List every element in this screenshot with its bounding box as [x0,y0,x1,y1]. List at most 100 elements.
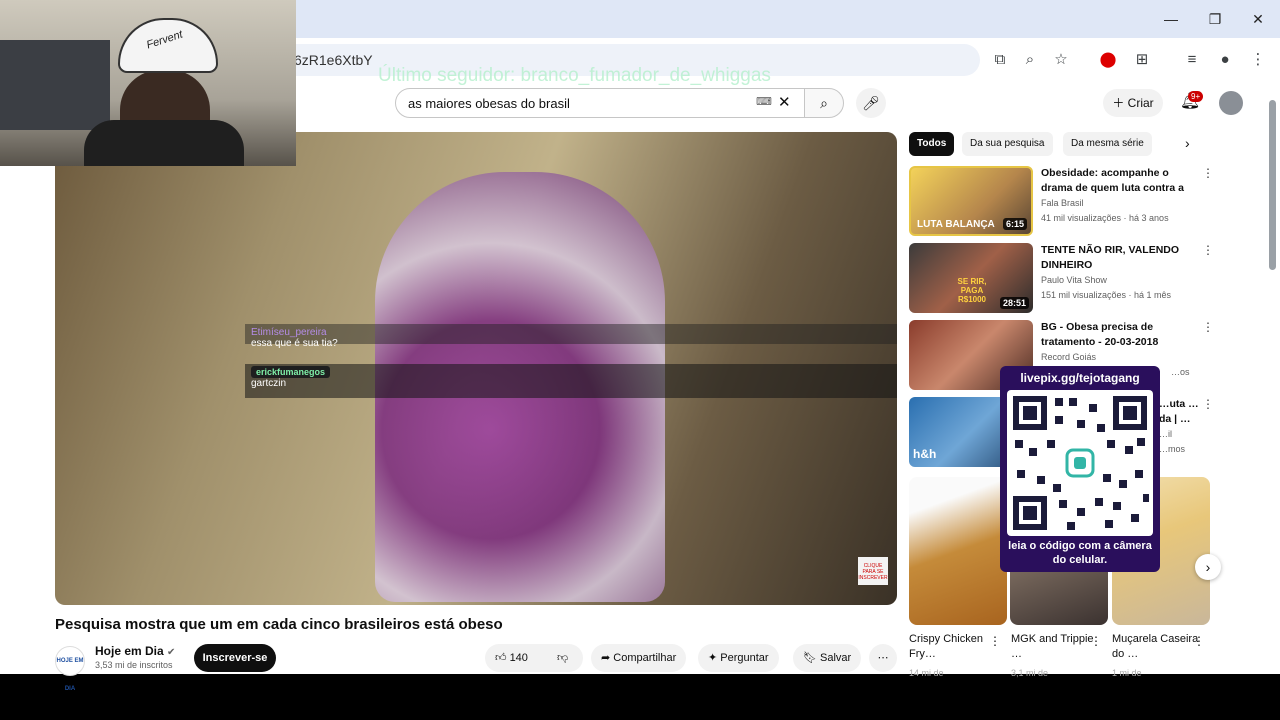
media-control-icon[interactable]: ≡ [1180,48,1204,72]
channel-name[interactable]: Paulo Vita Show [1041,275,1107,285]
mic-icon: 🎤︎ [862,95,880,111]
qr-caption: leia o código com a câmera do celular. [1008,540,1152,566]
video-meta: 41 mil visualizações · há 3 anos [1041,213,1169,223]
more-options-icon[interactable]: ⋮ [1202,320,1214,334]
minimize-icon[interactable]: — [1160,8,1182,30]
qr-code [1007,390,1153,536]
chat-text: gartczin [251,378,287,389]
more-options-icon[interactable]: ⋮ [1090,634,1102,648]
subscribe-button[interactable]: Inscrever-se [194,644,276,672]
short-title[interactable]: Crispy Chicken Fry… [909,632,999,662]
clear-search-icon[interactable]: ✕ [778,93,791,111]
channel-name-text: Hoje em Dia [95,644,164,658]
plus-icon: ＋ [1112,96,1125,110]
like-button[interactable]: 👍︎ 140 [485,644,549,672]
browser-menu-icon[interactable]: ⋮ [1246,48,1270,72]
thumbnail-text: h&h [913,447,937,461]
short-views: 3,1 mi de [1011,668,1049,678]
list-item[interactable]: SE RIR, PAGA R$1000 28:51 TENTE NÃO RIR,… [909,243,1214,313]
channel-name[interactable]: Fala Brasil [1041,198,1084,208]
chat-text: essa que é sua tia? [251,338,338,349]
channel-name[interactable]: Record Goiás [1041,352,1096,362]
search-query: as maiores obesas do brasil [408,96,570,111]
short-title[interactable]: Muçarela Caseira do … [1112,632,1202,662]
avatar[interactable] [1219,91,1243,115]
keyboard-icon[interactable]: ⌨ [756,95,772,108]
more-options-icon[interactable]: ⋮ [1202,397,1214,411]
share-button[interactable]: ➦ Compartilhar [591,644,687,672]
chat-username: Etimíseu_pereira [251,327,327,338]
window-background [0,40,110,130]
qr-donation-card: livepix.gg/tejotagang leia o código com … [1000,366,1160,572]
channel-name[interactable]: Hoje em Dia ✔ [95,644,175,658]
more-options-icon[interactable]: ⋮ [989,634,1001,648]
more-options-icon[interactable]: ⋮ [1193,634,1205,648]
short-thumbnail[interactable] [909,477,1007,625]
verified-icon: ✔ [167,647,176,658]
chip-same-series[interactable]: Da mesma série [1063,132,1152,156]
thumbnail-text: LUTA BALANÇA [917,219,995,230]
channel-avatar[interactable]: HOJE EM DIA [55,646,85,692]
like-count: 140 [509,652,528,664]
maximize-icon[interactable]: ❐ [1204,8,1226,30]
zoom-icon[interactable]: ⌕ [1018,48,1042,72]
video-title[interactable]: TENTE NÃO RIR, VALENDO DINHEIRO [1041,243,1201,273]
chip-all[interactable]: Todos [909,132,955,156]
install-app-icon[interactable]: ⧉ [988,48,1012,72]
sparkle-icon: ✦ [708,652,718,664]
stream-follower-ticker: Último seguidor: branco_fumador_de_whigg… [378,65,771,86]
url-text: 6zR1e6XtbY [294,52,373,68]
create-label: Criar [1127,96,1154,110]
more-options-icon[interactable]: ⋮ [1202,166,1214,180]
profile-icon[interactable]: ● [1213,48,1237,72]
video-meta: 151 mil visualizações · há 1 mês [1041,290,1172,300]
chat-username: erickfumanegos [251,366,331,378]
voice-search-button[interactable]: 🎤︎ [856,88,886,118]
create-button[interactable]: ＋ Criar [1103,89,1163,117]
video-thumbnail[interactable]: LUTA BALANÇA 6:15 [909,166,1033,236]
bookmark-icon: 🔖︎ [803,652,817,664]
video-thumbnail[interactable]: SE RIR, PAGA R$1000 28:51 [909,243,1033,313]
opera-extension-icon[interactable]: ⬤ [1096,48,1120,72]
video-title[interactable]: Obesidade: acompanhe o drama de quem lut… [1041,166,1201,196]
list-item[interactable]: LUTA BALANÇA 6:15 Obesidade: acompanhe o… [909,166,1214,236]
chat-message: Etimíseu_pereira essa que é sua tia? [245,324,897,349]
save-button[interactable]: 🔖︎ Salvar [793,644,862,672]
shorts-next-button[interactable]: › [1195,554,1221,580]
video-title: Pesquisa mostra que um em cada cinco bra… [55,616,503,633]
thumbnail-text: SE RIR, PAGA R$1000 [957,277,987,304]
short-title[interactable]: MGK and Trippie … [1011,632,1101,662]
duration-badge: 6:15 [1002,218,1027,230]
page-scrollbar[interactable] [1269,100,1276,270]
more-actions-button[interactable]: ⋯ [869,644,897,672]
video-player[interactable]: Etimíseu_pereira essa que é sua tia? eri… [55,132,897,605]
qr-link: livepix.gg/tejotagang [1020,371,1140,385]
dislike-button[interactable]: 👎︎ [549,644,583,672]
notification-badge: 9+ [1188,91,1204,102]
short-views: 14 mi de [909,668,944,678]
video-title[interactable]: BG - Obesa precisa de tratamento - 20-03… [1041,320,1201,350]
more-options-icon[interactable]: ⋮ [1202,243,1214,257]
ask-label: Perguntar [720,652,769,664]
video-title[interactable]: …uta …da | … [1159,397,1199,427]
chip-from-search[interactable]: Da sua pesquisa [962,132,1053,156]
channel-name[interactable]: …il [1159,429,1172,439]
short-views: 1 mi de [1112,668,1142,678]
bookmark-star-icon[interactable]: ☆ [1049,48,1073,72]
share-icon: ➦ [601,652,611,664]
channel-watermark[interactable]: CLIQUE PARA SE INSCREVER [858,557,888,585]
search-icon: ⌕ [820,95,828,111]
close-window-icon[interactable]: ✕ [1247,8,1269,30]
search-button[interactable]: ⌕ [804,88,844,118]
more-icon: ⋯ [877,652,889,664]
save-label: Salvar [820,652,852,664]
chat-message: erickfumanegos gartczin [245,364,897,398]
subscriber-count: 3,53 mi de inscritos [95,660,173,670]
search-input[interactable]: as maiores obesas do brasil ⌨ ✕ [395,88,805,118]
ask-button[interactable]: ✦ Perguntar [698,644,779,672]
thumbs-up-icon: 👍︎ [495,652,507,664]
youtube-page: as maiores obesas do brasil ⌨ ✕ ⌕ 🎤︎ ＋ C… [0,82,1280,692]
chevron-right-icon[interactable]: › [1185,135,1190,151]
thumbs-down-icon: 👎︎ [557,652,569,664]
extensions-icon[interactable]: ⊞ [1130,48,1154,72]
